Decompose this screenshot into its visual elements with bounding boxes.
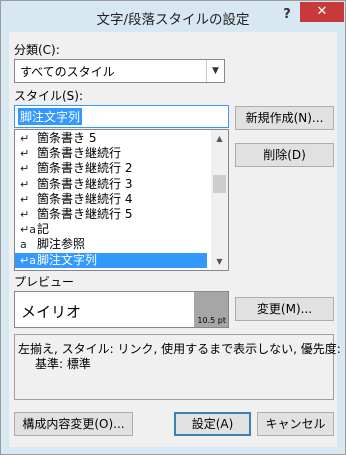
delete-style-button[interactable]: 削除(D) — [235, 143, 334, 167]
style-list-item-label: 箇条書き継続行 5 — [37, 207, 133, 221]
style-list-item-label: 箇条書き 5 — [37, 131, 97, 145]
linked-style-icon: ↵a — [20, 223, 36, 237]
preview-box: メイリオ 10.5 pt — [14, 291, 229, 328]
style-list-item-label: 箇条書き継続行 3 — [37, 176, 133, 191]
category-value: すべてのスタイル — [20, 65, 115, 79]
style-list-item-label: 箇条書き継続行 2 — [37, 161, 133, 176]
chevron-down-icon[interactable]: ▼ — [206, 60, 224, 82]
style-list[interactable]: ↵ 箇条書き 5 ↵ 箇条書き継続行 ↵ 箇条書き継続行 2 ↵ 箇条書き継続行 3 ↵ 箇条書き… — [14, 129, 229, 271]
paragraph-icon: ↵ — [20, 208, 30, 221]
preview-size-box: 10.5 pt — [194, 292, 228, 327]
title-bar: 文字/段落スタイルの設定 ? ✕ — [1, 1, 345, 32]
cancel-button[interactable]: キャンセル — [257, 412, 334, 436]
style-list-item-label: 箇条書き継続行 4 — [37, 191, 133, 206]
new-style-button[interactable]: 新規作成(N)... — [235, 106, 334, 130]
paragraph-icon: ↵ — [20, 177, 30, 191]
style-list-item[interactable]: ↵ 箇条書き継続行 2 — [15, 161, 207, 176]
style-list-item[interactable]: ↵ 箇条書き継続行 5 — [15, 207, 207, 222]
paragraph-icon: ↵ — [20, 192, 30, 206]
style-list-item[interactable]: ↵ 箇条書き継続行 4 — [15, 192, 207, 207]
style-description: 左揃え, スタイル: リンク, 使用するまで表示しない, 優先度: 100 基準… — [14, 334, 345, 400]
category-label: 分類(C): — [14, 43, 60, 57]
style-list-item[interactable]: ↵a 脚注文字列 — [15, 252, 207, 268]
linked-style-icon: ↵a — [20, 253, 36, 267]
close-button[interactable]: ✕ — [300, 2, 344, 22]
style-list-item[interactable]: ↵ 箇条書き継続行 — [15, 146, 207, 161]
style-name-input[interactable]: 脚注文字列 — [14, 105, 229, 128]
category-select[interactable]: すべてのスタイル ▼ — [14, 59, 225, 83]
scroll-up-icon[interactable]: ▲ — [211, 130, 228, 147]
style-list-item[interactable]: ↵ 箇条書き継続行 3 — [15, 177, 207, 192]
style-list-item-label: 脚注参照 — [37, 237, 86, 252]
preview-font-name: メイリオ — [21, 303, 82, 321]
style-list-item-label: 脚注文字列 — [37, 252, 98, 267]
scroll-down-icon[interactable]: ▼ — [211, 253, 228, 270]
style-list-item-label: 箇条書き継続行 — [37, 146, 122, 161]
style-list-item[interactable]: a 脚注参照 — [15, 237, 207, 252]
style-list-item[interactable]: ↵ 箇条書き 5 — [15, 131, 207, 146]
preview-label: プレビュー — [14, 275, 75, 289]
dialog-body: 分類(C): すべてのスタイル ▼ スタイル(S): 脚注文字列 ↵ 箇条書き 5… — [9, 32, 345, 447]
style-dialog: 文字/段落スタイルの設定 ? ✕ 分類(C): すべてのスタイル ▼ スタイル(… — [0, 0, 346, 455]
preview-font-size: 10.5 pt — [197, 316, 226, 325]
organize-button[interactable]: 構成内容変更(O)... — [14, 412, 133, 436]
modify-style-button[interactable]: 変更(M)... — [235, 297, 334, 321]
scroll-thumb[interactable] — [213, 175, 226, 193]
paragraph-icon: ↵ — [20, 147, 30, 161]
help-button[interactable]: ? — [280, 5, 294, 25]
style-name-value: 脚注文字列 — [18, 108, 83, 125]
description-line-2: 基準: 標準 — [35, 357, 91, 371]
paragraph-icon: ↵ — [20, 162, 30, 176]
paragraph-icon: ↵ — [20, 132, 30, 145]
style-list-item[interactable]: ↵a 記 — [15, 222, 207, 237]
set-button[interactable]: 設定(A) — [174, 412, 251, 436]
close-icon: ✕ — [316, 4, 328, 19]
style-label: スタイル(S): — [14, 89, 84, 103]
style-list-item-label: 記 — [37, 222, 50, 237]
character-icon: a — [20, 238, 27, 252]
style-list-scrollbar[interactable]: ▲ ▼ — [211, 130, 228, 270]
